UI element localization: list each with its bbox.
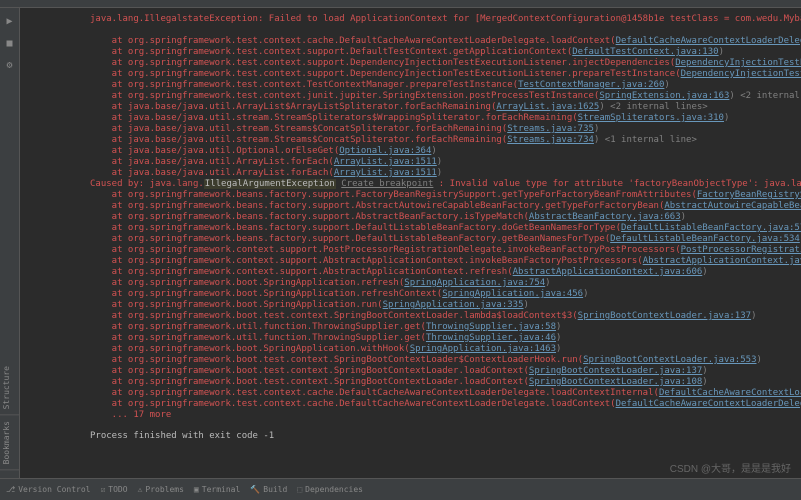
source-link[interactable]: DefaultCacheAwareContextLoaderDelegate.j…: [616, 36, 801, 46]
source-link[interactable]: SpringBootContextLoader.java:137: [529, 366, 702, 376]
stack-line: at org.springframework.test.context.supp…: [90, 69, 791, 80]
stack-line: at java.base/java.util.Optional.orElseGe…: [90, 146, 791, 157]
source-link[interactable]: ThrowingSupplier.java:46: [426, 333, 556, 343]
stack-line: at org.springframework.test.context.cach…: [90, 388, 791, 399]
stack-line: at org.springframework.test.context.juni…: [90, 91, 791, 102]
settings-icon[interactable]: ⚙: [4, 60, 16, 72]
tab-build[interactable]: 🔨Build: [250, 485, 287, 494]
source-link[interactable]: AbstractApplicationContext.java:788: [643, 256, 801, 266]
exception-highlight[interactable]: IllegalArgumentException: [204, 179, 336, 189]
source-link[interactable]: DefaultListableBeanFactory.java:575: [621, 223, 801, 233]
source-link[interactable]: AbstractBeanFactory.java:663: [529, 212, 681, 222]
stack-line: at org.springframework.context.support.A…: [90, 256, 791, 267]
source-link[interactable]: DefaultListableBeanFactory.java:534: [610, 234, 800, 244]
stack-line: at org.springframework.boot.SpringApplic…: [90, 300, 791, 311]
source-link[interactable]: SpringApplication.java:335: [383, 300, 524, 310]
source-link[interactable]: Optional.java:364: [339, 146, 431, 156]
stack-line: at java.base/java.util.ArrayList.forEach…: [90, 168, 791, 179]
stack-line: [90, 25, 791, 36]
source-link[interactable]: SpringApplication.java:456: [442, 289, 583, 299]
stack-line: at org.springframework.context.support.A…: [90, 267, 791, 278]
stack-line: ... 17 more: [90, 410, 791, 421]
source-link[interactable]: Streams.java:735: [507, 124, 594, 134]
source-link[interactable]: SpringBootContextLoader.java:553: [583, 355, 756, 365]
stack-line: at org.springframework.beans.factory.sup…: [90, 190, 791, 201]
tab-todo[interactable]: ☑TODO: [100, 485, 127, 494]
stop-icon[interactable]: ■: [4, 38, 16, 50]
left-side-tabs: Structure Bookmarks: [0, 361, 20, 470]
stack-line: at java.base/java.util.stream.StreamSpli…: [90, 113, 791, 124]
stack-line: at org.springframework.test.context.cach…: [90, 399, 791, 410]
source-link[interactable]: DependencyInjectionTestExecutionListener…: [675, 58, 801, 68]
source-link[interactable]: AbstractAutowireCapableBeanFactory.java:…: [664, 201, 801, 211]
tab-problems[interactable]: ⚠Problems: [138, 485, 184, 494]
rerun-icon[interactable]: ▶: [4, 16, 16, 28]
stack-line: at org.springframework.context.support.P…: [90, 245, 791, 256]
stack-line: at org.springframework.boot.test.context…: [90, 366, 791, 377]
stack-line: at org.springframework.test.context.supp…: [90, 47, 791, 58]
stack-line: at java.base/java.util.ArrayList$ArrayLi…: [90, 102, 791, 113]
process-exit: Process finished with exit code -1: [90, 431, 791, 442]
stack-line: at org.springframework.util.function.Thr…: [90, 322, 791, 333]
stack-line: at org.springframework.boot.test.context…: [90, 355, 791, 366]
source-link[interactable]: SpringExtension.java:163: [599, 91, 729, 101]
stack-line: at org.springframework.test.context.cach…: [90, 36, 791, 47]
stack-line: Caused by: java.lang.IllegalArgumentExce…: [90, 179, 791, 190]
stack-line: at java.base/java.util.stream.Streams$Co…: [90, 124, 791, 135]
stack-line: at org.springframework.boot.test.context…: [90, 311, 791, 322]
top-toolbar: [0, 0, 801, 8]
stack-line: at org.springframework.beans.factory.sup…: [90, 201, 791, 212]
stack-line: at org.springframework.boot.SpringApplic…: [90, 278, 791, 289]
stack-line: at org.springframework.beans.factory.sup…: [90, 223, 791, 234]
stack-line: at org.springframework.beans.factory.sup…: [90, 234, 791, 245]
tab-structure[interactable]: Structure: [0, 361, 20, 415]
console-output: java.lang.IllegalstateException: Failed …: [20, 8, 801, 478]
source-link[interactable]: FactoryBeanRegistrySupport.java:86: [697, 190, 801, 200]
source-link[interactable]: Streams.java:734: [507, 135, 594, 145]
source-link[interactable]: PostProcessorRegistrationDelegate.java:1…: [681, 245, 801, 255]
source-link[interactable]: TestContextManager.java:260: [518, 80, 664, 90]
source-link[interactable]: DefaultTestContext.java:130: [572, 47, 718, 57]
source-link[interactable]: DependencyInjectionTestExecutionListener…: [681, 69, 801, 79]
stack-line: java.lang.IllegalstateException: Failed …: [90, 14, 791, 25]
stack-line: at org.springframework.util.function.Thr…: [90, 333, 791, 344]
stack-line: at org.springframework.test.context.supp…: [90, 58, 791, 69]
source-link[interactable]: SpringBootContextLoader.java:137: [578, 311, 751, 321]
stack-line: at org.springframework.test.context.Test…: [90, 80, 791, 91]
source-link[interactable]: StreamSpliterators.java:310: [578, 113, 724, 123]
watermark: CSDN @大哥，是是是我好: [670, 460, 791, 475]
stack-line: at org.springframework.boot.test.context…: [90, 377, 791, 388]
create-breakpoint-link[interactable]: Create breakpoint: [341, 179, 433, 189]
source-link[interactable]: SpringApplication.java:754: [404, 278, 545, 288]
stack-line: at java.base/java.util.ArrayList.forEach…: [90, 157, 791, 168]
source-link[interactable]: ArrayList.java:1625: [496, 102, 599, 112]
source-link[interactable]: ThrowingSupplier.java:58: [426, 322, 556, 332]
tab-dependencies[interactable]: ⬚Dependencies: [297, 485, 363, 494]
source-link[interactable]: DefaultCacheAwareContextLoaderDelegate.j…: [616, 399, 801, 409]
stack-line: at org.springframework.boot.SpringApplic…: [90, 289, 791, 300]
stack-line: at java.base/java.util.stream.Streams$Co…: [90, 135, 791, 146]
bottom-toolbar: ⎇Version Control ☑TODO ⚠Problems ▣Termin…: [0, 478, 801, 500]
source-link[interactable]: SpringApplication.java:1463: [410, 344, 556, 354]
stack-line: at org.springframework.beans.factory.sup…: [90, 212, 791, 223]
tab-terminal[interactable]: ▣Terminal: [194, 485, 240, 494]
tab-version-control[interactable]: ⎇Version Control: [6, 485, 90, 494]
source-link[interactable]: ArrayList.java:1511: [334, 168, 437, 178]
tab-bookmarks[interactable]: Bookmarks: [0, 416, 20, 470]
source-link[interactable]: ArrayList.java:1511: [334, 157, 437, 167]
source-link[interactable]: SpringBootContextLoader.java:108: [529, 377, 702, 387]
source-link[interactable]: AbstractApplicationContext.java:606: [513, 267, 703, 277]
source-link[interactable]: DefaultCacheAwareContextLoaderDelegate.j…: [659, 388, 801, 398]
stack-line: at org.springframework.boot.SpringApplic…: [90, 344, 791, 355]
